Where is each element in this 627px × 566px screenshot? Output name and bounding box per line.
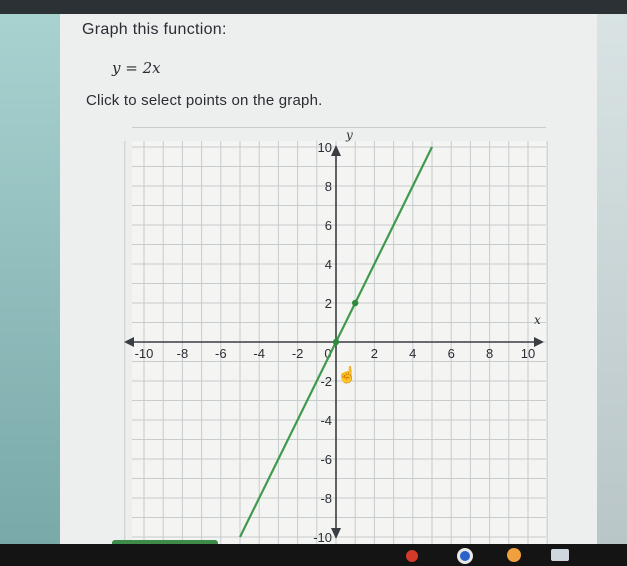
x-tick-label: -6: [215, 346, 227, 361]
x-tick-label: -2: [292, 346, 304, 361]
x-tick-label: -10: [135, 346, 154, 361]
y-axis-label: y: [345, 128, 353, 142]
x-axis-label: x: [534, 313, 541, 327]
graph-area: [132, 141, 546, 547]
selected-point: [332, 338, 340, 346]
y-tick-label: 10: [318, 140, 332, 155]
y-tick-label: -10: [313, 530, 332, 545]
x-tick-label: 4: [409, 346, 416, 361]
y-tick-label: -4: [320, 413, 332, 428]
y-tick-label: -6: [320, 452, 332, 467]
y-tick-label: 8: [325, 179, 332, 194]
taskbar: [0, 544, 627, 566]
x-tick-label: 2: [371, 346, 378, 361]
chrome-icon[interactable]: [457, 548, 473, 564]
cursor-hand-icon: ☝: [337, 365, 357, 384]
y-tick-label: 6: [325, 218, 332, 233]
photos-icon[interactable]: [507, 548, 521, 562]
y-tick-label: -2: [320, 374, 332, 389]
selected-point: [352, 299, 359, 307]
tray-icon[interactable]: [551, 549, 569, 561]
x-tick-label: 10: [521, 346, 535, 361]
x-axis-arrow-left: [124, 337, 134, 347]
y-tick-label: 2: [325, 296, 332, 311]
coordinate-graph[interactable]: xy-10 -8 -6 -4 -2 0 2 4 6 8 10108642-2-4-6-8-10☝: [0, 0, 627, 566]
y-tick-label: -8: [320, 491, 332, 506]
x-tick-label: -4: [253, 346, 265, 361]
x-tick-label: 6: [448, 346, 455, 361]
x-tick-label: -8: [177, 346, 189, 361]
app-icon[interactable]: [406, 550, 418, 562]
y-tick-label: 4: [325, 257, 332, 272]
x-tick-label: 8: [486, 346, 493, 361]
